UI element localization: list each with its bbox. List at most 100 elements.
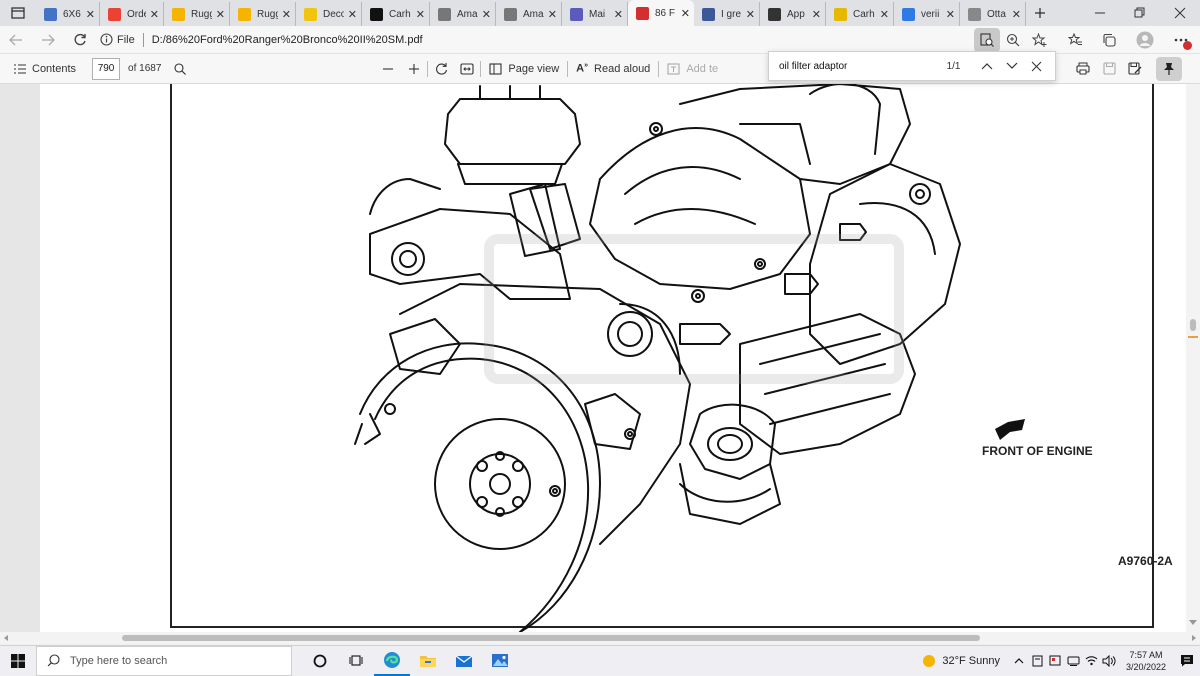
browser-tab[interactable]: Rugg ✕ — [164, 2, 230, 26]
pdf-viewer[interactable]: FRONT OF ENGINE A9760-2A — [0, 84, 1200, 632]
photos-button[interactable] — [482, 646, 518, 676]
zoom-in-button[interactable] — [401, 57, 427, 81]
find-input[interactable] — [769, 56, 923, 76]
tray-app-icon-2[interactable] — [1046, 646, 1064, 676]
scroll-right-arrow[interactable] — [1192, 635, 1196, 641]
tab-close-icon[interactable]: ✕ — [548, 8, 557, 21]
browser-tab[interactable]: Carh ✕ — [826, 2, 894, 26]
horizontal-scrollbar-thumb[interactable] — [122, 635, 980, 641]
browser-tab[interactable]: Orde ✕ — [100, 2, 164, 26]
read-aloud-button[interactable]: A» Read aloud — [568, 54, 658, 84]
vertical-scrollbar-thumb[interactable] — [1190, 319, 1196, 331]
tab-close-icon[interactable]: ✕ — [86, 8, 95, 21]
file-explorer-button[interactable] — [410, 646, 446, 676]
page-view-button[interactable]: Page view — [481, 54, 567, 84]
minimize-button[interactable] — [1080, 0, 1120, 26]
search-document-button[interactable] — [167, 57, 193, 81]
browser-tab[interactable]: Carh ✕ — [362, 2, 430, 26]
pin-toolbar-button[interactable] — [1156, 56, 1182, 81]
tab-close-icon[interactable]: ✕ — [348, 8, 357, 21]
forward-button[interactable] — [32, 26, 64, 54]
tab-close-icon[interactable]: ✕ — [681, 7, 690, 20]
settings-menu-button[interactable] — [1168, 28, 1194, 52]
tab-close-icon[interactable]: ✕ — [216, 8, 225, 21]
favorites-button[interactable] — [1062, 28, 1088, 52]
cortana-button[interactable] — [302, 646, 338, 676]
new-tab-button[interactable] — [1026, 0, 1054, 26]
tab-close-icon[interactable]: ✕ — [614, 8, 623, 21]
save-as-button[interactable] — [1122, 57, 1148, 81]
weather-widget[interactable]: 32°F Sunny — [922, 654, 1000, 668]
task-view-button[interactable] — [338, 646, 374, 676]
speaker-icon — [1102, 654, 1116, 667]
tray-app-icon-3[interactable] — [1064, 646, 1082, 676]
save-as-icon — [1128, 62, 1142, 75]
tab-favicon-icon — [304, 7, 317, 21]
vertical-scrollbar[interactable] — [1186, 84, 1200, 632]
browser-tab[interactable]: Rugg ✕ — [230, 2, 296, 26]
sun-icon — [923, 654, 936, 667]
browser-tab[interactable]: verii ✕ — [894, 2, 960, 26]
browser-tab[interactable]: Mai ✕ — [562, 2, 628, 26]
contents-button[interactable]: Contents — [0, 54, 84, 84]
tab-actions-button[interactable] — [0, 0, 36, 26]
refresh-button[interactable] — [64, 26, 96, 54]
browser-tab[interactable]: App ✕ — [760, 2, 826, 26]
url-box[interactable]: File D:/86%20Ford%20Ranger%20Bronco%20II… — [96, 29, 956, 51]
find-close-button[interactable] — [1024, 54, 1049, 78]
close-window-button[interactable] — [1160, 0, 1200, 26]
horizontal-scrollbar[interactable] — [0, 632, 1200, 644]
browser-tab[interactable]: Deco ✕ — [296, 2, 362, 26]
tab-close-icon[interactable]: ✕ — [482, 8, 491, 21]
clock[interactable]: 7:57 AM 3/20/2022 — [1118, 649, 1174, 673]
browser-tab[interactable]: Ama ✕ — [496, 2, 562, 26]
browser-tab[interactable]: Otta ✕ — [960, 2, 1026, 26]
browser-tab[interactable]: 6X6 ✕ — [36, 2, 100, 26]
browser-tab[interactable]: Ama ✕ — [430, 2, 496, 26]
tab-close-icon[interactable]: ✕ — [150, 8, 159, 21]
tab-close-icon[interactable]: ✕ — [282, 8, 291, 21]
tab-close-icon[interactable]: ✕ — [746, 8, 755, 21]
read-aloud-icon: A» — [576, 62, 589, 75]
tab-label: Deco — [323, 8, 344, 20]
print-button[interactable] — [1070, 57, 1096, 81]
profile-button[interactable] — [1132, 28, 1158, 52]
browser-tab[interactable]: 86 F ✕ — [628, 0, 694, 26]
show-hidden-icons-button[interactable] — [1010, 646, 1028, 676]
notifications-button[interactable] — [1174, 646, 1200, 676]
back-button[interactable] — [0, 26, 32, 54]
restore-button[interactable] — [1120, 0, 1160, 26]
find-next-button[interactable] — [999, 54, 1024, 78]
tab-close-icon[interactable]: ✕ — [812, 8, 821, 21]
read-mode-button[interactable] — [974, 27, 1000, 52]
zoom-out-button[interactable] — [375, 57, 401, 81]
tab-close-icon[interactable]: ✕ — [1012, 8, 1021, 21]
volume-button[interactable] — [1100, 646, 1118, 676]
edge-taskbar-button[interactable] — [374, 646, 410, 676]
network-button[interactable] — [1082, 646, 1100, 676]
tray-app-icon-1[interactable] — [1028, 646, 1046, 676]
browser-tab[interactable]: I gre ✕ — [694, 2, 760, 26]
site-info-button[interactable]: File — [100, 33, 135, 46]
find-previous-button[interactable] — [974, 54, 999, 78]
collections-button[interactable] — [1096, 28, 1122, 52]
edge-icon — [384, 651, 400, 668]
add-text-icon — [667, 62, 680, 75]
add-text-button[interactable]: Add te — [659, 54, 726, 84]
mail-button[interactable] — [446, 646, 482, 676]
scroll-left-arrow[interactable] — [4, 635, 8, 641]
fit-page-button[interactable] — [454, 57, 480, 81]
tab-close-icon[interactable]: ✕ — [946, 8, 955, 21]
taskbar-search-box[interactable]: Type here to search — [36, 645, 292, 676]
tab-close-icon[interactable]: ✕ — [416, 8, 425, 21]
rotate-button[interactable] — [428, 57, 454, 81]
zoom-button[interactable] — [1000, 28, 1026, 52]
tab-close-icon[interactable]: ✕ — [880, 8, 889, 21]
page-number-input[interactable]: 790 — [92, 57, 121, 80]
url-text[interactable]: D:/86%20Ford%20Ranger%20Bronco%20II%20SM… — [152, 34, 423, 46]
save-button[interactable] — [1096, 57, 1122, 81]
scroll-down-arrow[interactable] — [1189, 620, 1197, 625]
start-button[interactable] — [0, 646, 36, 676]
device-icon — [1067, 656, 1079, 666]
add-favorite-button[interactable] — [1026, 28, 1052, 52]
